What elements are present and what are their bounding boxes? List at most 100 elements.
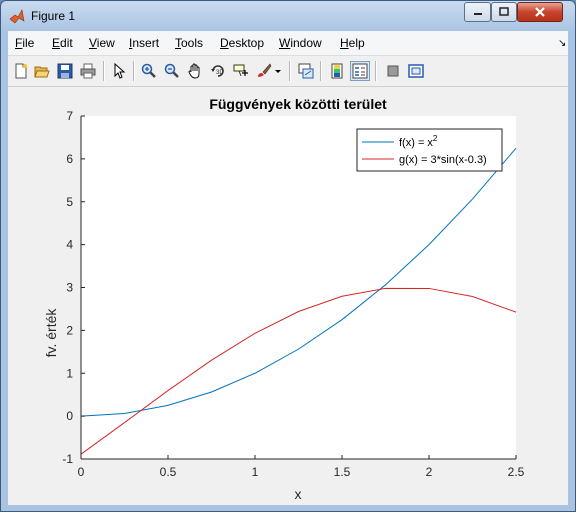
- menu-help-label: elp: [348, 36, 365, 50]
- legend-label-f-base: f(x) = x: [399, 137, 433, 149]
- save-button[interactable]: [55, 61, 75, 81]
- pan-hand-icon: [188, 63, 200, 79]
- toolbar-separator: [289, 61, 291, 81]
- window-title: Figure 1: [31, 9, 76, 23]
- hide-plot-tools-icon: [387, 65, 399, 77]
- toolbar-separator: [133, 61, 135, 81]
- x-tick-label: 1: [252, 465, 259, 479]
- svg-text:3D: 3D: [216, 70, 224, 76]
- menu-window-mnemonic: W: [279, 36, 291, 50]
- menu-window[interactable]: Window: [279, 36, 322, 50]
- matlab-logo-icon: [9, 9, 25, 24]
- print-icon: [80, 63, 96, 79]
- menu-file[interactable]: File: [15, 36, 34, 50]
- menu-insert-label: nsert: [132, 36, 160, 50]
- y-tick-label: -1: [62, 452, 73, 466]
- print-button[interactable]: [78, 61, 98, 81]
- legend-label-f-sup: 2: [433, 134, 438, 143]
- minimize-icon: [473, 13, 482, 15]
- figure-client-area: File Edit View Insert Tools Desktop Wind…: [8, 31, 568, 505]
- menu-desktop-mnemonic: D: [220, 36, 229, 50]
- insert-colorbar-icon: [331, 63, 343, 79]
- legend[interactable]: f(x) = x2 g(x) = 3*sin(x-0.3): [356, 128, 503, 172]
- figure-canvas: Függvények közötti terület 0 0.5 1 1.5 2 2.5 -…: [8, 87, 568, 505]
- zoom-out-icon: [164, 63, 179, 78]
- show-plot-tools-icon: [408, 64, 424, 78]
- menu-edit-mnemonic: E: [52, 36, 61, 50]
- x-tick-label: 1.5: [334, 465, 351, 479]
- y-tick-label: 3: [66, 281, 73, 295]
- insert-colorbar-button[interactable]: [327, 61, 347, 81]
- data-cursor-button[interactable]: [231, 61, 251, 81]
- chart-svg: Függvények közötti terület 0 0.5 1 1.5 2 2.5 -…: [43, 96, 525, 502]
- edit-plot-arrow-icon: [114, 63, 126, 79]
- save-icon: [57, 63, 73, 79]
- menu-help[interactable]: Help: [340, 36, 365, 50]
- toolbar-separator: [103, 61, 105, 81]
- menu-bar: File Edit View Insert Tools Desktop Wind…: [8, 31, 568, 55]
- new-figure-button[interactable]: [11, 61, 31, 81]
- maximize-button[interactable]: [491, 2, 517, 22]
- menu-view-label: iew: [96, 36, 115, 50]
- chart-title: Függvények közötti terület: [209, 96, 387, 112]
- x-tick-label: 2.5: [508, 465, 525, 479]
- zoom-in-button[interactable]: [139, 61, 159, 81]
- y-tick-label: 7: [66, 109, 73, 123]
- brush-dropdown-button[interactable]: [273, 61, 283, 81]
- open-file-icon: [34, 66, 50, 78]
- y-tick-label: 4: [66, 238, 73, 252]
- menu-tools-label: ools: [181, 36, 204, 50]
- toolbar-separator: [375, 61, 377, 81]
- zoom-in-icon: [141, 63, 156, 78]
- menu-edit[interactable]: Edit: [52, 36, 73, 50]
- close-button[interactable]: [517, 2, 563, 22]
- figure-window: Figure 1 File Edit View Insert Tools Des…: [0, 0, 576, 512]
- data-cursor-icon: [233, 64, 248, 77]
- brush-dropdown-icon: [275, 70, 281, 73]
- minimize-button[interactable]: [464, 2, 491, 22]
- link-plot-icon: [298, 63, 314, 79]
- menu-tools[interactable]: Tools: [175, 36, 203, 50]
- toolbar-separator: [320, 61, 322, 81]
- menu-desktop[interactable]: Desktop: [220, 36, 264, 50]
- title-bar[interactable]: Figure 1: [1, 1, 575, 31]
- menu-view-mnemonic: V: [89, 36, 97, 50]
- insert-legend-button[interactable]: [350, 61, 370, 81]
- zoom-out-button[interactable]: [162, 61, 182, 81]
- x-tick-label: 0.5: [160, 465, 177, 479]
- y-tick-label: 1: [66, 366, 73, 380]
- legend-label-f: f(x) = x2: [399, 134, 438, 149]
- insert-legend-icon: [352, 63, 368, 79]
- x-tick-label: 0: [78, 465, 85, 479]
- link-plot-button[interactable]: [296, 61, 316, 81]
- rotate-3d-icon: 3D: [211, 65, 224, 77]
- hide-plot-tools-button[interactable]: [383, 61, 403, 81]
- menu-file-label: ile: [22, 36, 35, 50]
- pan-button[interactable]: [185, 61, 205, 81]
- brush-button[interactable]: [254, 61, 274, 81]
- maximize-icon: [499, 7, 509, 16]
- legend-label-g: g(x) = 3*sin(x-0.3): [399, 154, 487, 166]
- brush-icon: [258, 63, 272, 77]
- menu-edit-label: dit: [60, 36, 73, 50]
- menu-view[interactable]: View: [89, 36, 115, 50]
- y-axis-label: fv. érték: [43, 308, 59, 358]
- dock-figure-icon[interactable]: ↘: [558, 38, 566, 49]
- x-tick-label: 2: [426, 465, 433, 479]
- close-icon: [535, 7, 545, 17]
- y-tick-label: 0: [66, 409, 73, 423]
- open-file-button[interactable]: [32, 61, 52, 81]
- x-axis-label: x: [295, 486, 302, 502]
- rotate-3d-button[interactable]: 3D: [208, 61, 228, 81]
- y-tick-label: 5: [66, 195, 73, 209]
- y-tick-label: 6: [66, 152, 73, 166]
- edit-plot-button[interactable]: [109, 61, 129, 81]
- menu-window-label: indow: [290, 36, 322, 50]
- show-plot-tools-button[interactable]: [406, 61, 426, 81]
- menu-help-mnemonic: H: [340, 36, 349, 50]
- y-tick-label: 2: [66, 323, 73, 337]
- figure-toolbar: 3D: [8, 55, 568, 87]
- new-figure-icon: [15, 63, 27, 79]
- menu-desktop-label: esktop: [228, 36, 265, 50]
- menu-insert[interactable]: Insert: [129, 36, 159, 50]
